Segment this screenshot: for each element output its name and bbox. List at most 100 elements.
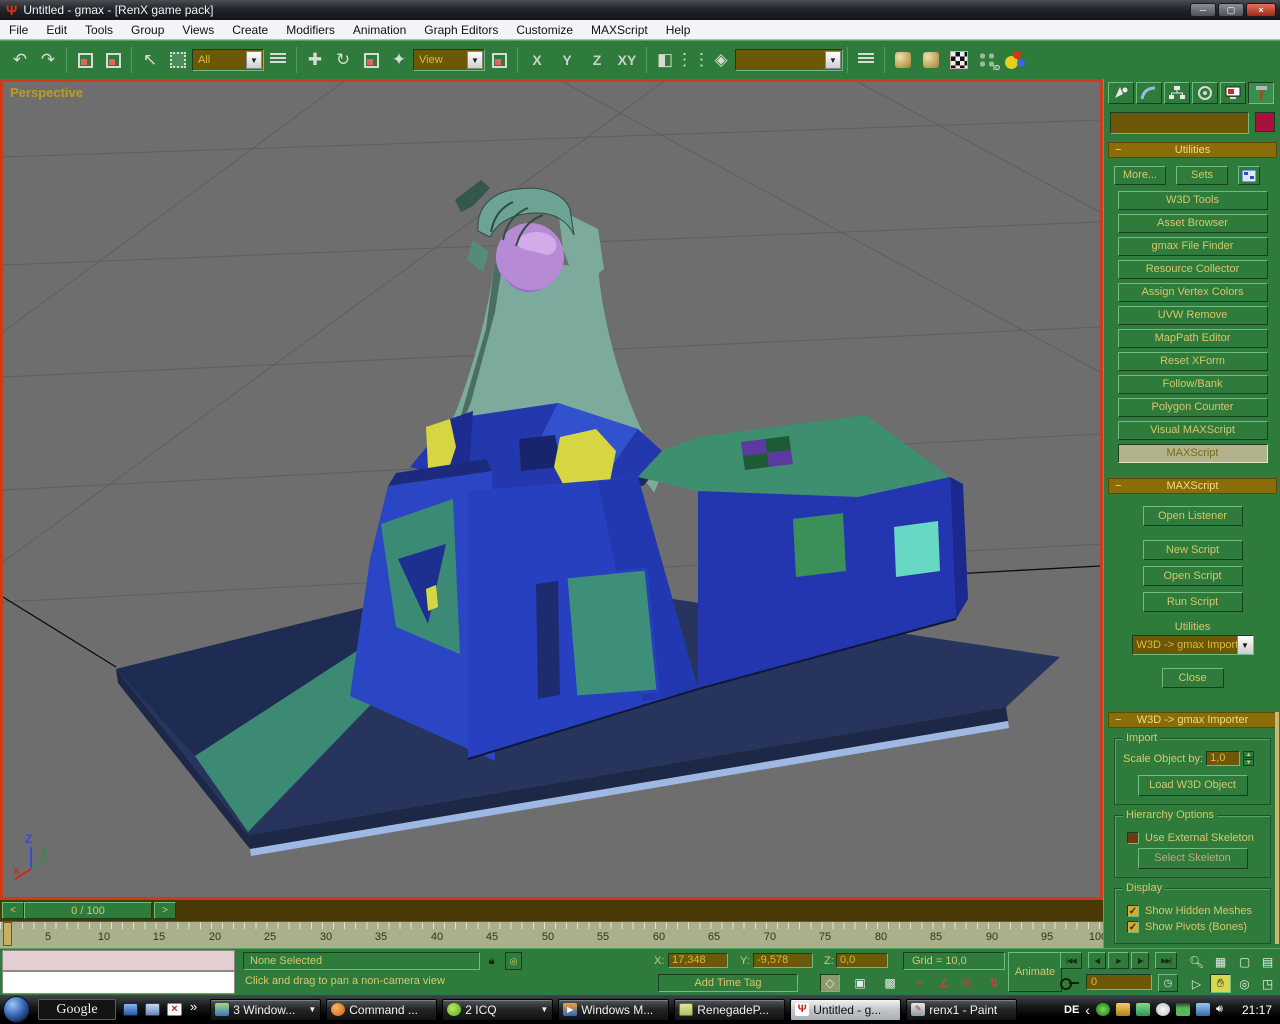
percent-snap-icon[interactable]: % (956, 974, 976, 992)
x-coord-field[interactable]: 17,348 (668, 953, 728, 968)
use-pivot-center-button[interactable] (485, 46, 513, 74)
taskbar-group-windows[interactable]: 3 Window... ▼ (210, 999, 321, 1021)
menu-create[interactable]: Create (223, 21, 277, 39)
key-mode-icon[interactable] (1060, 976, 1080, 989)
minimize-button[interactable]: ─ (1190, 3, 1216, 17)
tab-create[interactable] (1108, 82, 1134, 104)
configure-button-sets-button[interactable] (1238, 166, 1260, 185)
taskbar-clock[interactable]: 21:17 (1242, 1003, 1272, 1017)
menu-edit[interactable]: Edit (37, 21, 76, 39)
animate-button[interactable]: Animate (1008, 952, 1062, 992)
menu-tools[interactable]: Tools (76, 21, 122, 39)
viewport-label[interactable]: Perspective (10, 85, 83, 100)
reset-xform-button[interactable]: Reset XForm (1118, 352, 1268, 371)
hand-of-nod-model[interactable] (116, 180, 1060, 856)
select-object-button[interactable]: ↖ (136, 46, 164, 74)
render-type-button[interactable]: ID (973, 46, 1001, 74)
maxscript-button-active[interactable]: MAXScript (1118, 444, 1268, 463)
close-button[interactable]: × (1246, 3, 1276, 17)
select-and-link-button[interactable] (71, 46, 99, 74)
visual-maxscript-button[interactable]: Visual MAXScript (1118, 421, 1268, 440)
uvw-remove-button[interactable]: UVW Remove (1118, 306, 1268, 325)
menu-graph-editors[interactable]: Graph Editors (415, 21, 507, 39)
more-button[interactable]: More... (1114, 166, 1166, 185)
maxscript-mini-listener-input[interactable] (2, 971, 235, 994)
pan-view-button[interactable]: ✋︎ (1210, 974, 1231, 993)
tray-chevron[interactable]: ‹ (1085, 1002, 1090, 1018)
next-frame-button[interactable]: |▶ (1131, 952, 1149, 969)
follow-bank-button[interactable]: Follow/Bank (1118, 375, 1268, 394)
zoom-button[interactable]: 🔍︎ (1186, 952, 1207, 971)
open-listener-button[interactable]: Open Listener (1143, 506, 1243, 526)
quick-render-button[interactable] (1001, 46, 1029, 74)
spinner-snap-icon[interactable]: ⇅ (984, 974, 1004, 992)
polygon-counter-button[interactable]: Polygon Counter (1118, 398, 1268, 417)
menu-animation[interactable]: Animation (344, 21, 415, 39)
axis-z-button[interactable]: Z (582, 46, 612, 74)
show-pivots-checkbox[interactable]: ✓ (1127, 921, 1139, 933)
mirror-button[interactable]: ◧ (651, 46, 679, 74)
z-coord-field[interactable]: 0,0 (836, 953, 888, 968)
zoom-extents-button[interactable]: ▢ (1234, 952, 1255, 971)
scale-spinner[interactable]: ▲▼ (1243, 751, 1254, 766)
start-button[interactable] (3, 996, 30, 1023)
taskbar-gmax-active[interactable]: Ψ Untitled - g... (790, 999, 901, 1021)
run-script-button[interactable]: Run Script (1143, 592, 1243, 612)
reference-coordinate-dropdown[interactable]: View ▼ (413, 49, 485, 71)
go-to-end-button[interactable]: ▶▶| (1155, 952, 1177, 969)
show-hidden-meshes-row[interactable]: ✓ Show Hidden Meshes (1127, 905, 1266, 917)
zoom-all-button[interactable]: ▦ (1210, 952, 1231, 971)
show-hidden-meshes-checkbox[interactable]: ✓ (1127, 905, 1139, 917)
tray-messenger-icon[interactable] (1136, 1003, 1150, 1016)
tray-green-icon[interactable] (1096, 1003, 1110, 1016)
maxscript-utility-dropdown[interactable]: W3D -> gmax Importer ▼ (1132, 635, 1254, 655)
zoom-extents-all-button[interactable]: ▤ (1257, 952, 1278, 971)
perspective-viewport[interactable]: Perspective (0, 79, 1103, 900)
select-skeleton-button[interactable]: Select Skeleton (1138, 848, 1248, 869)
mappath-editor-button[interactable]: MapPath Editor (1118, 329, 1268, 348)
show-desktop-icon[interactable] (123, 1003, 138, 1016)
named-selection-dropdown[interactable]: ▼ (735, 49, 843, 71)
current-frame-field[interactable]: 0 (1086, 974, 1152, 990)
chevron-down-icon[interactable]: ▼ (246, 51, 262, 69)
time-slider-next-button[interactable]: > (154, 902, 176, 919)
restore-button[interactable]: ▢ (1218, 3, 1244, 17)
snap-toggle-3d-icon[interactable]: ⌖ (910, 974, 930, 992)
axis-y-button[interactable]: Y (552, 46, 582, 74)
taskbar-group-icq[interactable]: 2 ICQ ▼ (442, 999, 553, 1021)
time-slider-track[interactable]: < 0 / 100 > (0, 900, 1103, 921)
taskbar-renegade-folder[interactable]: RenegadeP... (674, 999, 785, 1021)
menu-maxscript[interactable]: MAXScript (582, 21, 657, 39)
panel-scrollbar[interactable] (1275, 712, 1279, 944)
cube-icon[interactable]: ▩ (880, 974, 900, 992)
chevron-down-icon[interactable]: ▼ (467, 51, 483, 69)
tray-update-icon[interactable] (1156, 1003, 1170, 1016)
render-scene-button[interactable] (945, 46, 973, 74)
select-rotate-button[interactable]: ↻ (329, 46, 357, 74)
tab-modify[interactable] (1136, 82, 1162, 104)
play-animation-button[interactable]: ▶ (1108, 952, 1129, 969)
material-editor-button[interactable] (917, 46, 945, 74)
new-script-button[interactable]: New Script (1143, 540, 1243, 560)
utilities-rollout-header[interactable]: − Utilities (1108, 142, 1277, 158)
spinner-down-icon[interactable]: ▼ (1243, 759, 1254, 766)
menu-group[interactable]: Group (122, 21, 173, 39)
language-indicator[interactable]: DE (1064, 1004, 1079, 1016)
marquee-icon[interactable]: ▣ (850, 974, 870, 992)
chevron-down-icon[interactable]: ▼ (825, 51, 841, 69)
track-bar[interactable]: 5 10 15 20 25 30 35 40 45 50 55 60 65 70… (0, 921, 1103, 948)
array-button[interactable]: ⋮⋮ (679, 46, 707, 74)
show-pivots-row[interactable]: ✓ Show Pivots (Bones) (1127, 921, 1266, 933)
axis-xy-button[interactable]: XY (612, 46, 642, 74)
add-time-tag-field[interactable]: Add Time Tag (658, 974, 798, 992)
google-search-box[interactable]: Google (38, 999, 116, 1020)
align-button[interactable]: ◈ (707, 46, 735, 74)
previous-frame-button[interactable]: ◀| (1088, 952, 1106, 969)
absolute-mode-icon[interactable]: ◎ (505, 952, 522, 970)
maxscript-rollout-header[interactable]: − MAXScript (1108, 478, 1277, 494)
time-slider-button[interactable]: 0 / 100 (24, 902, 152, 919)
select-by-name-button[interactable] (264, 46, 292, 74)
w3d-importer-rollout-header[interactable]: − W3D -> gmax Importer (1108, 712, 1277, 728)
undo-button[interactable]: ↶ (6, 46, 34, 74)
arc-rotate-button[interactable]: ◎ (1234, 974, 1255, 993)
